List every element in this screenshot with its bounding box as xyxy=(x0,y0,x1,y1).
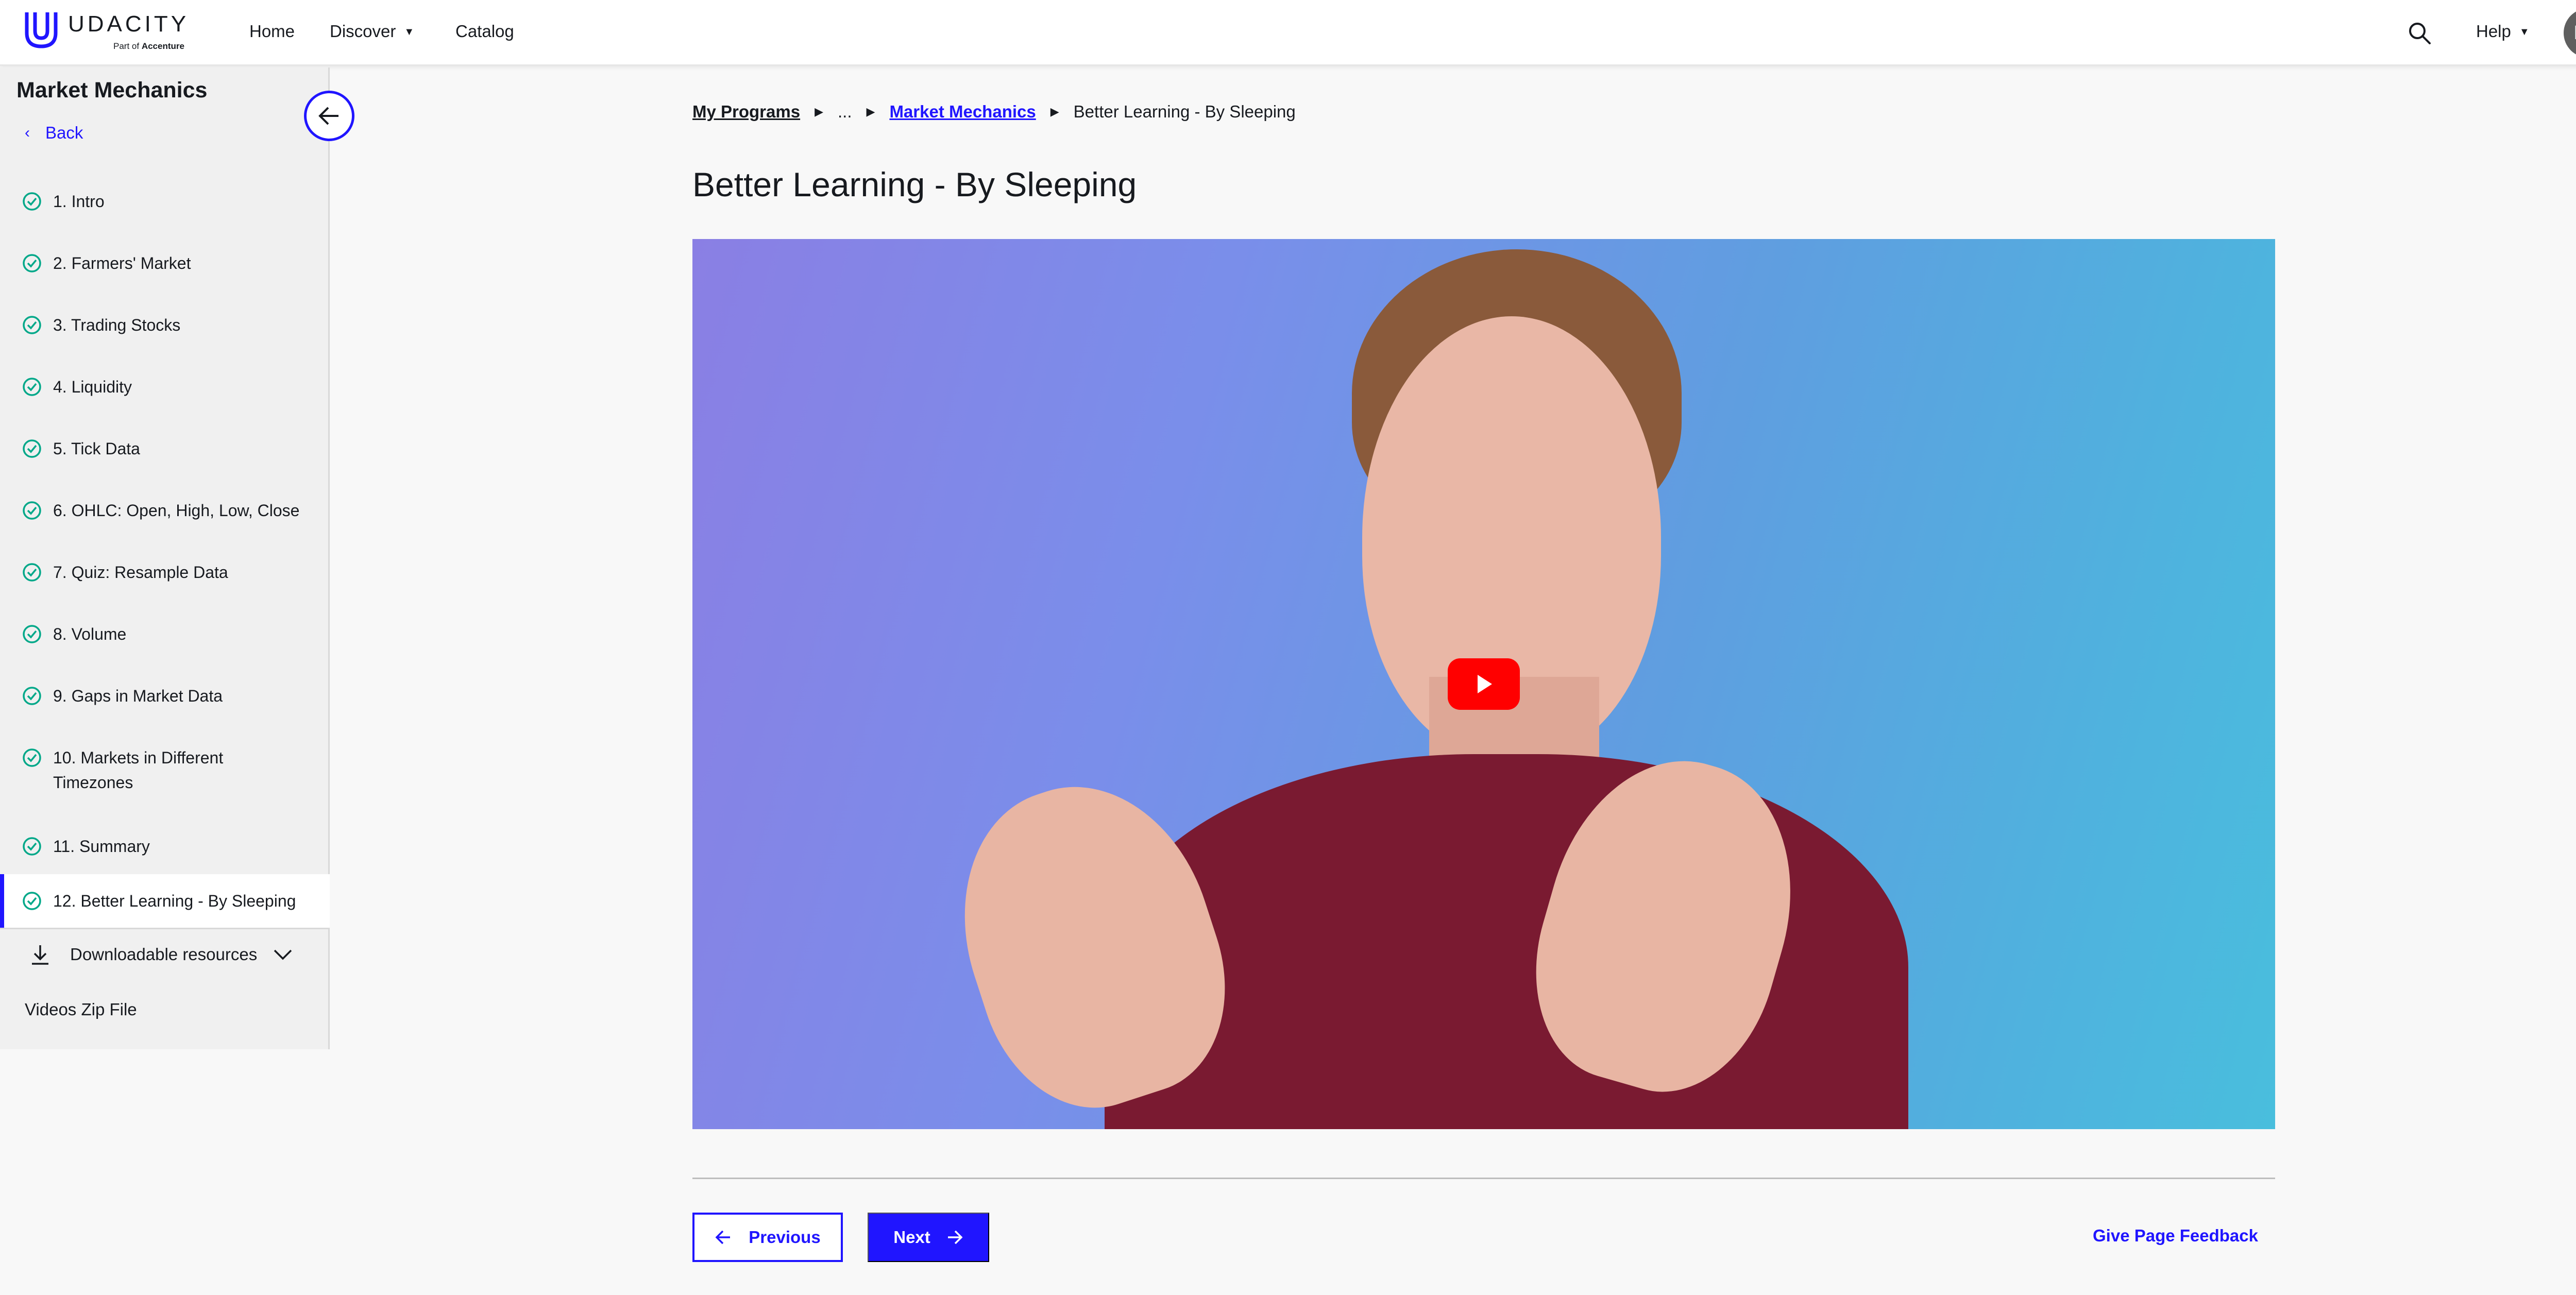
lesson-item[interactable]: 10. Markets in Different Timezones xyxy=(0,745,330,801)
arrow-left-icon xyxy=(715,1230,731,1245)
breadcrumb-current: Better Learning - By Sleeping xyxy=(1073,102,1296,121)
chevron-down-icon xyxy=(274,949,292,960)
lesson-item-active[interactable]: 12. Better Learning - By Sleeping xyxy=(0,874,330,928)
help-menu[interactable]: Help ▼ xyxy=(2476,22,2530,41)
search-icon[interactable] xyxy=(2407,21,2432,45)
lesson-item[interactable]: 5. Tick Data xyxy=(0,436,330,467)
nav-discover-label: Discover xyxy=(330,22,396,41)
lesson-label: 12. Better Learning - By Sleeping xyxy=(53,892,296,910)
lesson-item[interactable]: 8. Volume xyxy=(0,622,330,653)
user-avatar[interactable]: HC xyxy=(2564,8,2576,58)
check-circle-icon xyxy=(23,892,41,910)
lesson-label: 10. Markets in Different Timezones xyxy=(53,748,224,792)
lesson-item[interactable]: 11. Summary xyxy=(0,834,330,865)
collapse-sidebar-button[interactable] xyxy=(304,91,354,141)
check-circle-icon xyxy=(23,687,41,705)
breadcrumb: My Programs ▶ ... ▶ Market Mechanics ▶ B… xyxy=(692,102,1296,122)
check-circle-icon xyxy=(23,625,41,643)
back-label: Back xyxy=(45,123,83,142)
arrow-left-icon xyxy=(318,107,338,125)
downloadable-resources-label: Downloadable resources xyxy=(70,945,258,964)
lesson-label: 3. Trading Stocks xyxy=(53,316,181,334)
lesson-item[interactable]: 1. Intro xyxy=(0,189,330,220)
lesson-item[interactable]: 9. Gaps in Market Data xyxy=(0,684,330,714)
lesson-label: 1. Intro xyxy=(53,192,105,211)
check-circle-icon xyxy=(23,192,41,211)
breadcrumb-separator-icon: ▶ xyxy=(815,105,823,118)
breadcrumb-my-programs[interactable]: My Programs xyxy=(692,102,800,122)
lesson-item[interactable]: 2. Farmers' Market xyxy=(0,251,330,282)
lesson-sidebar: Market Mechanics ‹ Back 1. Intro 2. Farm… xyxy=(0,67,330,1049)
lesson-label: 9. Gaps in Market Data xyxy=(53,687,223,705)
sidebar-divider xyxy=(0,928,330,929)
download-icon xyxy=(32,945,48,965)
play-icon xyxy=(1478,675,1492,693)
lesson-label: 6. OHLC: Open, High, Low, Close xyxy=(53,501,300,520)
lesson-item[interactable]: 3. Trading Stocks xyxy=(0,313,330,344)
video-player[interactable] xyxy=(692,239,2275,1129)
logo-wordmark: UDACITY xyxy=(68,11,190,37)
course-title: Market Mechanics xyxy=(16,78,208,103)
video-frame-figure xyxy=(1105,754,1908,1129)
breadcrumb-market-mechanics[interactable]: Market Mechanics xyxy=(889,102,1036,122)
chevron-left-icon: ‹ xyxy=(25,124,30,141)
previous-button[interactable]: Previous xyxy=(692,1213,843,1262)
breadcrumb-separator-icon: ▶ xyxy=(866,105,875,118)
breadcrumb-separator-icon: ▶ xyxy=(1050,105,1059,118)
lesson-item[interactable]: 7. Quiz: Resample Data xyxy=(0,560,330,591)
check-circle-icon xyxy=(23,748,41,767)
videos-zip-link[interactable]: Videos Zip File xyxy=(25,1000,137,1019)
lesson-label: 4. Liquidity xyxy=(53,378,132,396)
youtube-play-button[interactable] xyxy=(1448,658,1520,710)
check-circle-icon xyxy=(23,378,41,396)
lesson-item[interactable]: 6. OHLC: Open, High, Low, Close xyxy=(0,498,330,529)
caret-down-icon: ▼ xyxy=(2519,26,2530,38)
check-circle-icon xyxy=(23,563,41,582)
content-divider xyxy=(692,1178,2275,1179)
previous-label: Previous xyxy=(749,1228,821,1247)
check-circle-icon xyxy=(23,501,41,520)
top-navigation: UDACITY Part of Accenture Home Discover ▼… xyxy=(0,0,2576,66)
lesson-label: 5. Tick Data xyxy=(53,439,140,458)
udacity-logo[interactable]: UDACITY Part of Accenture xyxy=(23,8,208,56)
breadcrumb-ellipsis[interactable]: ... xyxy=(838,102,852,122)
downloadable-resources-toggle[interactable]: Downloadable resources xyxy=(29,943,294,966)
arrow-right-icon xyxy=(947,1230,963,1245)
logo-sub-brand: Accenture xyxy=(141,41,184,51)
back-link[interactable]: ‹ Back xyxy=(25,123,83,143)
lesson-label: 2. Farmers' Market xyxy=(53,254,191,272)
give-feedback-link[interactable]: Give Page Feedback xyxy=(2093,1226,2258,1246)
check-circle-icon xyxy=(23,837,41,856)
next-label: Next xyxy=(893,1228,930,1247)
page-title: Better Learning - By Sleeping xyxy=(692,165,1137,203)
check-circle-icon xyxy=(23,439,41,458)
lesson-label: 11. Summary xyxy=(53,837,150,856)
caret-down-icon: ▼ xyxy=(404,26,415,38)
lesson-item[interactable]: 4. Liquidity xyxy=(0,374,330,405)
help-label: Help xyxy=(2476,22,2511,41)
udacity-logo-mark xyxy=(25,12,58,48)
lesson-label: 7. Quiz: Resample Data xyxy=(53,563,228,582)
nav-home-link[interactable]: Home xyxy=(249,22,295,41)
lesson-label: 8. Volume xyxy=(53,625,127,643)
next-button[interactable]: Next xyxy=(868,1213,989,1262)
check-circle-icon xyxy=(23,254,41,272)
logo-sub-prefix: Part of xyxy=(113,41,142,51)
nav-catalog-link[interactable]: Catalog xyxy=(455,22,514,41)
logo-subtitle: Part of Accenture xyxy=(113,41,184,52)
nav-discover-menu[interactable]: Discover ▼ xyxy=(330,22,414,41)
check-circle-icon xyxy=(23,316,41,334)
